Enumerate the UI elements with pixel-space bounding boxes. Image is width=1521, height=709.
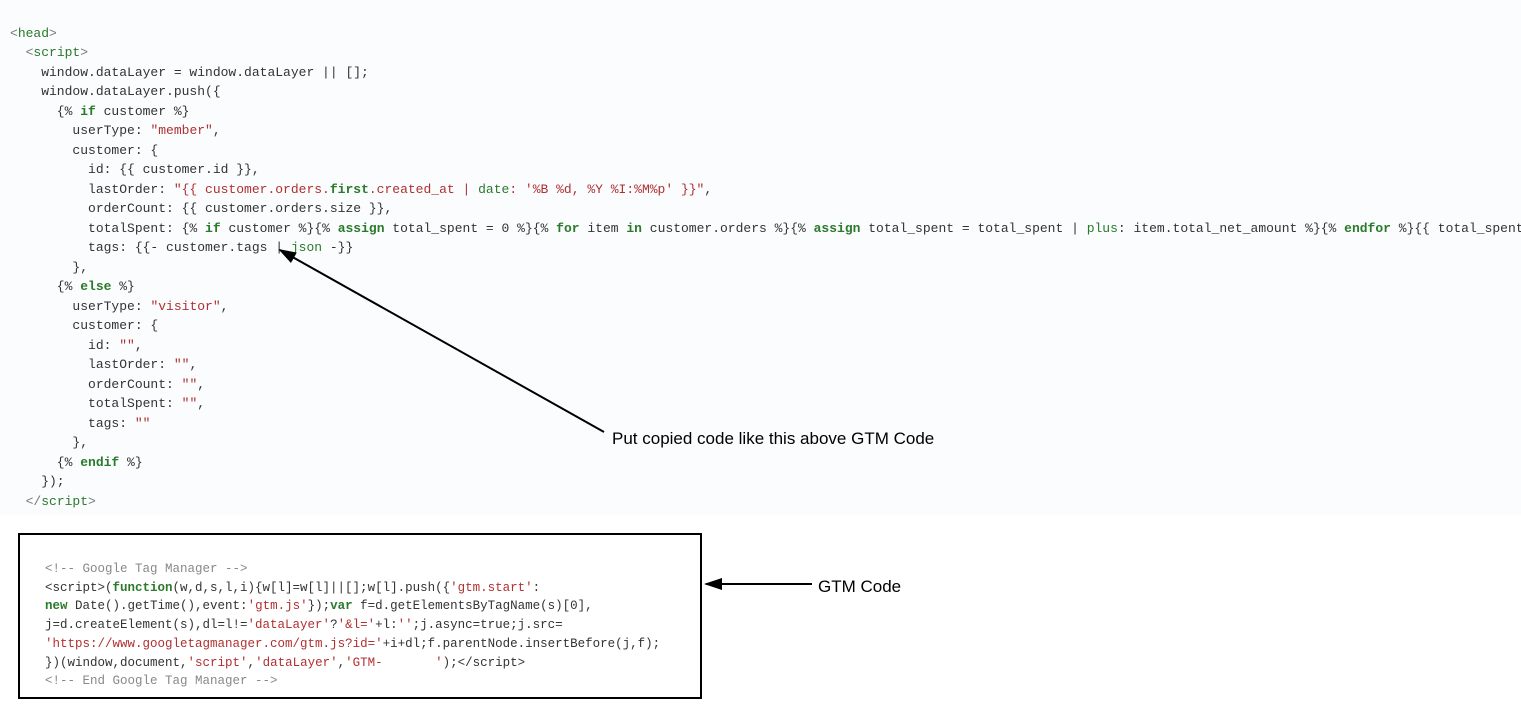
- code-line: window.dataLayer = window.dataLayer || […: [10, 65, 369, 80]
- code-line: },: [10, 435, 88, 450]
- code-line: totalSpent: {% if customer %}{% assign t…: [10, 221, 1521, 236]
- code-line: totalSpent: "",: [10, 396, 205, 411]
- annotation-above-gtm: Put copied code like this above GTM Code: [612, 426, 934, 452]
- gtm-comment-open: <!-- Google Tag Manager -->: [30, 562, 248, 576]
- code-line: orderCount: {{ customer.orders.size }},: [10, 201, 392, 216]
- code-line: userType: "member",: [10, 123, 221, 138]
- code-line: id: "",: [10, 338, 143, 353]
- code-line: userType: "visitor",: [10, 299, 228, 314]
- code-line: <head>: [10, 26, 57, 41]
- code-line: {% endif %}: [10, 455, 143, 470]
- arrow-to-gtm: [700, 576, 820, 596]
- code-line: orderCount: "",: [10, 377, 205, 392]
- code-line: customer: {: [10, 318, 158, 333]
- gtm-line: new Date().getTime(),event:'gtm.js'});va…: [30, 599, 593, 613]
- code-line: customer: {: [10, 143, 158, 158]
- code-line: window.dataLayer.push({: [10, 84, 221, 99]
- gtm-line: 'https://www.googletagmanager.com/gtm.js…: [30, 637, 660, 651]
- code-line: {% if customer %}: [10, 104, 189, 119]
- code-line: </script>: [10, 494, 96, 509]
- gtm-line: })(window,document,'script','dataLayer',…: [30, 656, 525, 670]
- code-line: tags: "": [10, 416, 150, 431]
- gtm-line: <script>(function(w,d,s,l,i){w[l]=w[l]||…: [30, 581, 540, 595]
- gtm-comment-close: <!-- End Google Tag Manager -->: [30, 674, 278, 688]
- code-line: });: [10, 474, 65, 489]
- gtm-line: j=d.createElement(s),dl=l!='dataLayer'?'…: [30, 618, 563, 632]
- code-line: lastOrder: "{{ customer.orders.first.cre…: [10, 182, 712, 197]
- code-line: tags: {{- customer.tags | json -}}: [10, 240, 353, 255]
- code-line: <script>: [10, 45, 88, 60]
- code-line: },: [10, 260, 88, 275]
- code-line: lastOrder: "",: [10, 357, 197, 372]
- annotation-gtm-code: GTM Code: [818, 574, 901, 600]
- gtm-code-box: <!-- Google Tag Manager --> <script>(fun…: [18, 533, 702, 699]
- code-line: id: {{ customer.id }},: [10, 162, 260, 177]
- code-line: {% else %}: [10, 279, 135, 294]
